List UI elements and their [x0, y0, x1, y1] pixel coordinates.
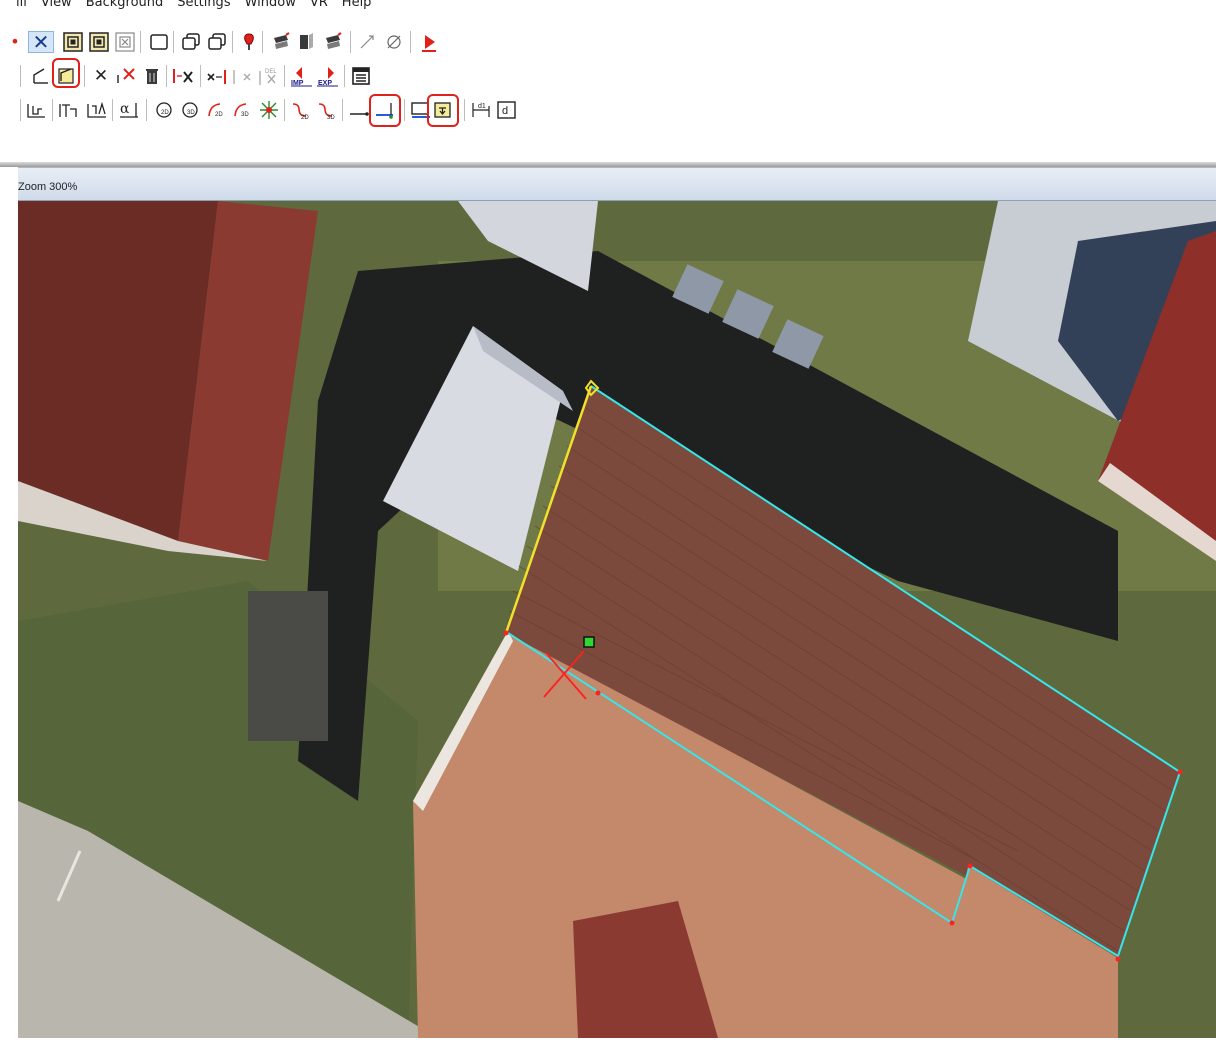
menu-item-vr[interactable]: VR — [310, 0, 328, 10]
delete-x-icon[interactable]: ✕ — [90, 65, 112, 87]
menu-item-settings[interactable]: Settings — [177, 0, 230, 10]
menu-item-background[interactable]: Background — [86, 0, 164, 10]
box-down-highlight — [427, 94, 459, 127]
book-icon[interactable] — [296, 31, 318, 53]
import-icon[interactable]: IMP — [290, 65, 314, 87]
move-x-3-icon[interactable] — [232, 65, 254, 87]
walk-a-icon[interactable] — [356, 31, 378, 53]
menu-item-view[interactable]: View — [41, 0, 72, 10]
window-stack-a-icon[interactable] — [180, 31, 202, 53]
grid-b-icon[interactable] — [58, 99, 80, 121]
arc-2d-icon[interactable]: 2D — [206, 99, 228, 121]
rotate-a-icon[interactable] — [270, 31, 292, 53]
viewport-left-strip — [0, 167, 18, 1041]
delete-point-icon[interactable] — [115, 65, 137, 87]
dot-icon[interactable]: • — [10, 31, 20, 53]
curve-3d-icon[interactable]: 3D — [316, 99, 338, 121]
radial-icon[interactable] — [258, 99, 280, 121]
svg-text:3D: 3D — [327, 115, 335, 120]
menu-item-help[interactable]: Help — [342, 0, 372, 10]
menu-bar: ill View Background Settings Window VR H… — [0, 0, 1216, 22]
close-x-button[interactable]: ✕ — [28, 31, 54, 53]
grid-c-icon[interactable] — [86, 99, 108, 121]
frame-a-icon[interactable] — [62, 31, 84, 53]
window-stack-b-icon[interactable] — [206, 31, 228, 53]
aerial-map-canvas[interactable] — [18, 201, 1216, 1038]
pin-icon[interactable] — [238, 31, 260, 53]
svg-text:2D: 2D — [215, 112, 223, 118]
svg-text:3D: 3D — [187, 110, 195, 116]
zoom-label: Zoom 300% — [18, 181, 78, 193]
dimension-1-icon[interactable]: d1 — [470, 99, 492, 121]
walk-b-icon[interactable] — [384, 31, 406, 53]
svg-text:d1: d1 — [478, 103, 486, 110]
menu-items: ill View Background Settings Window VR H… — [16, 0, 371, 10]
curve-2d-icon[interactable]: 2D — [290, 99, 312, 121]
trash-icon[interactable] — [141, 65, 163, 87]
circle-3d-icon[interactable]: 3D — [180, 99, 202, 121]
draw-edge-highlight — [52, 58, 80, 88]
menu-item-file[interactable]: ill — [16, 0, 27, 10]
viewport-title-bar: Zoom 300% — [18, 167, 1216, 201]
grid-a-icon[interactable] — [26, 99, 48, 121]
menu-item-window[interactable]: Window — [245, 0, 296, 10]
svg-text:d: d — [502, 105, 508, 117]
window-icon[interactable] — [148, 31, 170, 53]
record-icon[interactable] — [418, 31, 440, 53]
frame-b-icon[interactable] — [88, 31, 110, 53]
circle-2d-icon[interactable]: 2D — [154, 99, 176, 121]
dimension-d-icon[interactable]: d — [496, 99, 518, 121]
grey-structure — [248, 591, 328, 741]
delete-all-icon[interactable]: DEL — [258, 65, 280, 87]
baseline-highlight — [369, 94, 401, 127]
svg-text:DEL: DEL — [265, 69, 277, 75]
move-x-icon[interactable] — [172, 65, 194, 87]
arc-3d-icon[interactable]: 3D — [232, 99, 254, 121]
svg-text:2D: 2D — [161, 110, 169, 116]
svg-text:α: α — [120, 101, 130, 117]
alpha-icon[interactable]: α — [118, 99, 140, 121]
handle-green[interactable] — [583, 636, 595, 648]
rotate-b-icon[interactable] — [322, 31, 344, 53]
draw-line-icon[interactable] — [30, 65, 52, 87]
svg-text:2D: 2D — [301, 115, 309, 120]
move-x-2-icon[interactable] — [206, 65, 228, 87]
export-icon[interactable]: EXP — [316, 65, 340, 87]
window-panel-icon[interactable] — [350, 65, 372, 87]
baseline-icon[interactable] — [348, 99, 370, 121]
svg-text:3D: 3D — [241, 112, 249, 118]
frame-x-icon[interactable] — [114, 31, 136, 53]
